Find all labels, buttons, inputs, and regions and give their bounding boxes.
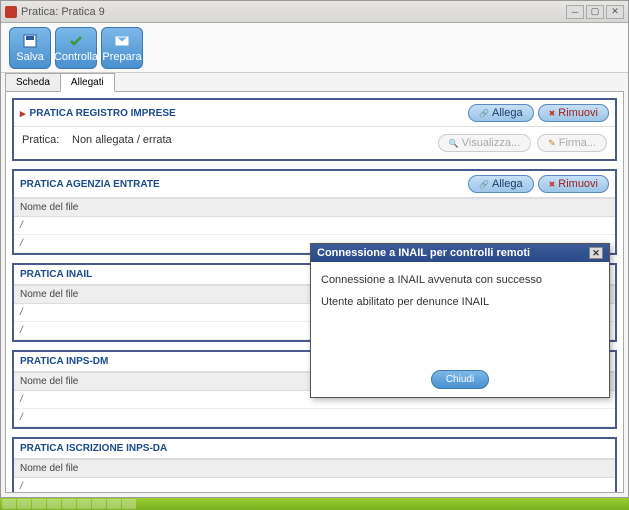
window-title: Pratica: Pratica 9 [21,6,566,18]
dialog-body: Connessione a INAIL avvenuta con success… [311,262,609,362]
panel-iscrizione-inps-da: PRATICA ISCRIZIONE INPS-DA Nome del file… [12,437,617,493]
file-header: Nome del file [14,198,615,217]
prepara-label: Prepara [102,51,141,63]
dialog-title-text: Connessione a INAIL per controlli remoti [317,247,589,259]
salva-label: Salva [16,51,44,63]
controlla-button[interactable]: Controlla [55,27,97,69]
tab-allegati[interactable]: Allegati [60,73,115,92]
taskbar-item[interactable] [32,499,46,509]
pratica-status: Non allegata / errata [72,134,172,152]
dialog-message-1: Connessione a INAIL avvenuta con success… [321,274,599,286]
close-button[interactable]: ✕ [606,5,624,19]
prepara-button[interactable]: Prepara [101,27,143,69]
panel-title: PRATICA ISCRIZIONE INPS-DA [20,443,609,454]
maximize-button[interactable]: ▢ [586,5,604,19]
taskbar-item[interactable] [47,499,61,509]
visualizza-button: Visualizza... [438,134,531,152]
taskbar-item[interactable] [122,499,136,509]
dialog-close-button[interactable]: ✕ [589,247,603,259]
toolbar: Salva Controlla Prepara [1,23,628,73]
controlla-label: Controlla [54,51,98,63]
panel-title: PRATICA REGISTRO IMPRESE [30,108,468,119]
collapse-icon[interactable]: ▸ [20,107,26,120]
taskbar-item[interactable] [17,499,31,509]
allega-button[interactable]: Allega [468,175,534,193]
taskbar-item[interactable] [107,499,121,509]
dialog-titlebar: Connessione a INAIL per controlli remoti… [311,244,609,262]
minimize-button[interactable]: ─ [566,5,584,19]
file-header: Nome del file [14,459,615,478]
envelope-icon [113,33,131,49]
file-row[interactable]: / [14,409,615,427]
pratica-status-row: Pratica: Non allegata / errata Visualizz… [22,131,607,155]
app-icon [5,6,17,18]
file-row[interactable]: / [14,217,615,235]
rimuovi-button[interactable]: Rimuovi [538,104,609,122]
taskbar-item[interactable] [77,499,91,509]
allega-button[interactable]: Allega [468,104,534,122]
save-icon [21,33,39,49]
tab-scheda[interactable]: Scheda [5,73,61,92]
rimuovi-button[interactable]: Rimuovi [538,175,609,193]
taskbar-item[interactable] [62,499,76,509]
dialog-message-2: Utente abilitato per denunce INAIL [321,296,599,308]
taskbar-item[interactable] [92,499,106,509]
tab-bar: Scheda Allegati [1,73,628,92]
check-icon [67,33,85,49]
panel-title: PRATICA AGENZIA ENTRATE [20,179,468,190]
os-taskbar [0,498,629,510]
panel-registro-imprese: ▸ PRATICA REGISTRO IMPRESE Allega Rimuov… [12,98,617,161]
taskbar-item[interactable] [2,499,16,509]
titlebar: Pratica: Pratica 9 ─ ▢ ✕ [1,1,628,23]
pratica-label: Pratica: [22,134,72,152]
salva-button[interactable]: Salva [9,27,51,69]
chiudi-button[interactable]: Chiudi [431,370,489,389]
file-row[interactable]: / [14,478,615,493]
firma-button: Firma... [537,134,607,152]
inail-connection-dialog: Connessione a INAIL per controlli remoti… [310,243,610,398]
